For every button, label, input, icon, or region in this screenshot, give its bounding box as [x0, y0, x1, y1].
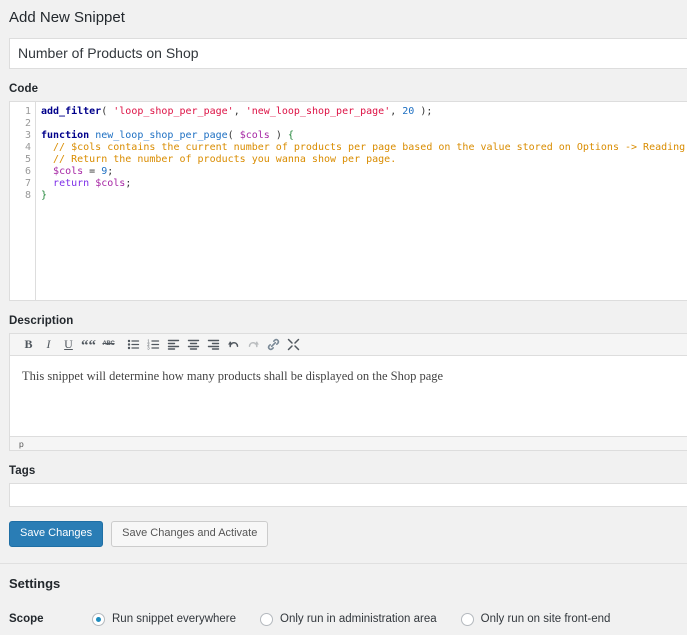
italic-icon[interactable]: I [39, 335, 58, 353]
scope-options: Run snippet everywhere Only run in admini… [92, 612, 634, 626]
code-token: , [390, 105, 403, 117]
code-token: return [53, 177, 90, 189]
scope-option-0[interactable]: Run snippet everywhere [92, 612, 237, 626]
align-left-icon[interactable] [164, 335, 183, 353]
code-line: function new_loop_shop_per_page( $cols )… [41, 130, 687, 142]
tags-label: Tags [9, 464, 36, 477]
bold-icon[interactable]: B [19, 335, 38, 353]
scope-row: Scope Run snippet everywhere Only run in … [0, 591, 687, 626]
scope-option-label: Run snippet everywhere [112, 613, 237, 625]
code-line: return $cols; [41, 178, 687, 190]
align-right-icon[interactable] [204, 335, 223, 353]
underline-icon[interactable]: U [59, 335, 78, 353]
blockquote-icon[interactable]: ““ [79, 335, 98, 353]
code-token: $cols [239, 129, 270, 141]
code-line-number: 7 [24, 177, 31, 189]
code-line-number: 3 [24, 129, 31, 141]
tags-input[interactable] [9, 482, 687, 507]
link-icon[interactable] [264, 335, 283, 353]
code-token: = [83, 165, 102, 177]
save-changes-and-activate-button[interactable]: Save Changes and Activate [111, 520, 269, 547]
add-new-snippet-page: Add New Snippet Code 12345678 add_filter… [0, 0, 687, 635]
code-token: 20 [402, 105, 415, 117]
bulleted-list-icon[interactable] [124, 335, 143, 353]
code-editor[interactable]: 12345678 add_filter( 'loop_shop_per_page… [9, 100, 687, 301]
scope-option-2[interactable]: Only run on site front-end [460, 612, 611, 626]
undo-icon[interactable] [224, 335, 243, 353]
code-line-number: 2 [24, 117, 31, 129]
description-editor: B I U ““ ABC 1 2 3 This snippet will determine … [9, 332, 687, 451]
code-line: $cols = 9; [41, 166, 687, 178]
code-token: 'new_loop_shop_per_page' [245, 105, 391, 117]
radio-button[interactable] [260, 612, 274, 626]
code-line: add_filter( 'loop_shop_per_page', 'new_l… [41, 106, 687, 118]
code-line-number: 6 [24, 165, 31, 177]
code-line-number: 8 [24, 189, 31, 201]
description-text: This snippet will determine how many pro… [22, 368, 444, 383]
code-line-number: 1 [24, 105, 31, 117]
scope-option-label: Only run on site front-end [480, 613, 611, 625]
code-token: { [287, 129, 294, 141]
code-token: $cols [53, 165, 84, 177]
numbered-list-icon[interactable]: 123 [144, 335, 163, 353]
code-line: // $cols contains the current number of … [41, 142, 687, 154]
save-changes-button[interactable]: Save Changes [9, 520, 104, 547]
code-token: $cols [95, 177, 126, 189]
description-label: Description [9, 314, 74, 327]
snippet-title-input[interactable] [9, 37, 687, 69]
scope-option-1[interactable]: Only run in administration area [260, 612, 437, 626]
code-token: ); [414, 105, 433, 117]
description-status-bar: p [10, 435, 687, 450]
code-token: ( [227, 129, 240, 141]
code-line: // Return the number of products you wan… [41, 154, 687, 166]
code-line: } [41, 190, 687, 202]
svg-text:3: 3 [147, 345, 150, 350]
code-line-number: 4 [24, 141, 31, 153]
code-token: new_loop_shop_per_page [95, 129, 228, 141]
code-line-number: 5 [24, 153, 31, 165]
code-token: 'loop_shop_per_page' [113, 105, 234, 117]
code-token: add_filter [41, 105, 102, 117]
code-token: // $cols contains the current number of … [41, 141, 686, 153]
radio-button[interactable] [460, 612, 474, 626]
page-title: Add New Snippet [9, 9, 125, 26]
code-token: ) [269, 129, 288, 141]
code-token: } [41, 189, 48, 201]
settings-title: Settings [9, 575, 61, 591]
radio-button[interactable] [92, 612, 105, 626]
code-token: ( [101, 105, 114, 117]
code-token: ; [107, 165, 114, 177]
code-token: , [233, 105, 246, 117]
action-buttons-row: Save Changes Save Changes and Activate [0, 507, 687, 547]
scope-label: Scope [9, 613, 44, 625]
align-center-icon[interactable] [184, 335, 203, 353]
code-label: Code [9, 82, 39, 95]
code-content[interactable]: add_filter( 'loop_shop_per_page', 'new_l… [36, 102, 687, 300]
code-token: ; [125, 177, 132, 189]
redo-icon[interactable] [244, 335, 263, 353]
strikethrough-icon[interactable]: ABC [99, 335, 118, 353]
code-gutter: 12345678 [10, 101, 36, 300]
description-toolbar: B I U ““ ABC 1 2 3 [10, 333, 687, 356]
description-body[interactable]: This snippet will determine how many pro… [10, 355, 687, 436]
snippet-title-field-wrap [0, 37, 687, 69]
code-token: function [41, 129, 96, 141]
code-token: // Return the number of products you wan… [41, 153, 397, 165]
fullscreen-icon[interactable] [284, 335, 303, 353]
scope-option-label: Only run in administration area [280, 613, 437, 625]
